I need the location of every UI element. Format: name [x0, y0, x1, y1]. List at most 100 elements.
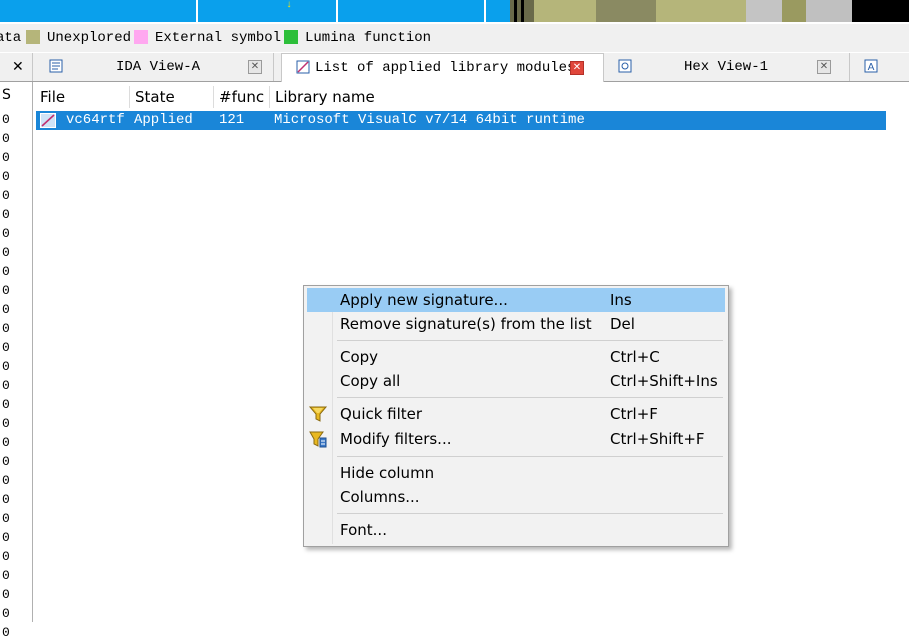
nav-segment — [782, 0, 806, 22]
menu-item-hide-column[interactable]: Hide column — [307, 461, 725, 485]
structures-icon: A — [864, 59, 878, 73]
left-pane-value: 0 — [2, 188, 10, 203]
menu-item-apply-new-signature[interactable]: Apply new signature... Ins — [307, 288, 725, 312]
tab-label: List of applied library modules — [315, 60, 576, 76]
legend-bar: ata Unexplored External symbol Lumina fu… — [0, 24, 909, 52]
menu-separator — [337, 397, 723, 398]
menu-item-columns[interactable]: Columns... — [307, 485, 725, 509]
menu-item-shortcut: Ins — [610, 291, 632, 309]
menu-item-copy-all[interactable]: Copy all Ctrl+Shift+Ins — [307, 369, 725, 393]
left-pane-value: 0 — [2, 226, 10, 241]
funnel-icon — [308, 406, 328, 422]
left-pane-value: 0 — [2, 606, 10, 621]
table-row[interactable]: vc64rtf Applied 121 Microsoft VisualC v7… — [36, 111, 886, 130]
menu-item-shortcut: Del — [610, 315, 635, 333]
left-pane-value: 0 — [2, 435, 10, 450]
left-pane-value: 0 — [2, 302, 10, 317]
nav-segment — [596, 0, 656, 22]
left-pane-value: 0 — [2, 492, 10, 507]
left-pane-value: 0 — [2, 264, 10, 279]
left-pane-value: 0 — [2, 473, 10, 488]
signature-list-icon — [296, 60, 310, 74]
left-pane-value: 0 — [2, 530, 10, 545]
funnel-edit-icon — [309, 431, 327, 448]
left-pane-value: 0 — [2, 587, 10, 602]
cell-funcs: 121 — [219, 112, 245, 128]
menu-item-label: Remove signature(s) from the list — [340, 315, 592, 333]
tab-applied-library-modules[interactable]: List of applied library modules ✕ — [281, 53, 604, 82]
navigation-band[interactable]: ↓ — [0, 0, 909, 22]
cell-file: vc64rtf — [66, 112, 125, 128]
svg-text:A: A — [868, 62, 875, 73]
nav-cursor-arrow-icon: ↓ — [286, 0, 293, 11]
legend-label-data: ata — [0, 30, 22, 46]
column-header-file[interactable]: File — [35, 86, 130, 108]
menu-item-modify-filters[interactable]: Modify filters... Ctrl+Shift+F — [307, 427, 725, 451]
menu-item-font[interactable]: Font... — [307, 518, 725, 542]
left-pane-value: 0 — [2, 207, 10, 222]
signature-file-icon — [40, 113, 56, 128]
nav-segment — [196, 0, 198, 22]
left-pane-value: 0 — [2, 283, 10, 298]
left-pane-value: 0 — [2, 454, 10, 469]
nav-segment-unexplored — [534, 0, 596, 22]
left-pane-value: 0 — [2, 511, 10, 526]
nav-segment — [746, 0, 782, 22]
legend-label-external: External symbol — [155, 30, 282, 46]
left-pane-value: 0 — [2, 112, 10, 127]
nav-segment — [336, 0, 338, 22]
left-pane-value: 0 — [2, 568, 10, 583]
left-pane[interactable]: S 0 0 0 0 0 0 0 0 0 0 0 0 0 0 0 0 0 0 0 0 0 0 0 0 0 0 0 0 — [0, 82, 33, 640]
menu-item-quick-filter[interactable]: Quick filter Ctrl+F — [307, 402, 725, 426]
menu-item-shortcut: Ctrl+Shift+Ins — [610, 372, 718, 390]
tab-close-icon[interactable]: ✕ — [570, 61, 584, 75]
left-pane-value: 0 — [2, 131, 10, 146]
column-header-state[interactable]: State — [130, 86, 214, 108]
tab-hex-view-1[interactable]: Hex View-1 ✕ — [604, 53, 850, 81]
left-pane-value: 0 — [2, 625, 10, 640]
legend-label-lumina: Lumina function — [305, 30, 432, 46]
tab-ida-view-a[interactable]: IDA View-A ✕ — [33, 53, 274, 81]
left-pane-value: 0 — [2, 397, 10, 412]
cell-state: Applied — [134, 112, 193, 128]
context-menu: Apply new signature... Ins Remove signat… — [303, 285, 729, 547]
ida-view-icon — [49, 59, 63, 73]
menu-item-label: Copy all — [340, 372, 401, 390]
close-x-icon[interactable]: ✕ — [12, 59, 24, 75]
left-pane-value: 0 — [2, 416, 10, 431]
menu-item-remove-signatures[interactable]: Remove signature(s) from the list Del — [307, 312, 725, 336]
left-pane-value: 0 — [2, 378, 10, 393]
menu-item-label: Quick filter — [340, 405, 423, 423]
legend-label-unexplored: Unexplored — [47, 30, 132, 46]
left-pane-value: 0 — [2, 150, 10, 165]
menu-separator — [337, 513, 723, 514]
menu-item-shortcut: Ctrl+F — [610, 405, 658, 423]
column-header-library-name[interactable]: Library name — [270, 86, 570, 108]
menu-item-label: Hide column — [340, 464, 435, 482]
menu-item-label: Font... — [340, 521, 387, 539]
menu-item-copy[interactable]: Copy Ctrl+C — [307, 345, 725, 369]
nav-segment-unexplored — [656, 0, 746, 22]
nav-segment — [806, 0, 852, 22]
left-pane-value: 0 — [2, 359, 10, 374]
tab-closed-pane[interactable]: ✕ — [0, 53, 33, 81]
menu-item-label: Columns... — [340, 488, 420, 506]
left-pane-header: S — [2, 87, 11, 103]
column-header-func[interactable]: #func — [214, 86, 270, 108]
left-pane-value: 0 — [2, 321, 10, 336]
menu-item-label: Modify filters... — [340, 430, 452, 448]
menu-item-label: Copy — [340, 348, 379, 366]
tab-structures[interactable]: A — [850, 53, 909, 81]
legend-swatch-lumina — [284, 30, 298, 44]
tab-close-icon[interactable]: ✕ — [248, 60, 262, 74]
menu-item-label: Apply new signature... — [340, 291, 508, 309]
left-pane-value: 0 — [2, 549, 10, 564]
legend-swatch-unexplored — [26, 30, 40, 44]
tab-bar: ✕ IDA View-A ✕ List of applied library m… — [0, 53, 909, 82]
menu-separator — [337, 340, 723, 341]
nav-segment — [514, 0, 517, 22]
menu-item-shortcut: Ctrl+C — [610, 348, 660, 366]
tab-close-icon[interactable]: ✕ — [817, 60, 831, 74]
hex-view-icon — [618, 59, 632, 73]
tab-label: IDA View-A — [116, 59, 201, 75]
